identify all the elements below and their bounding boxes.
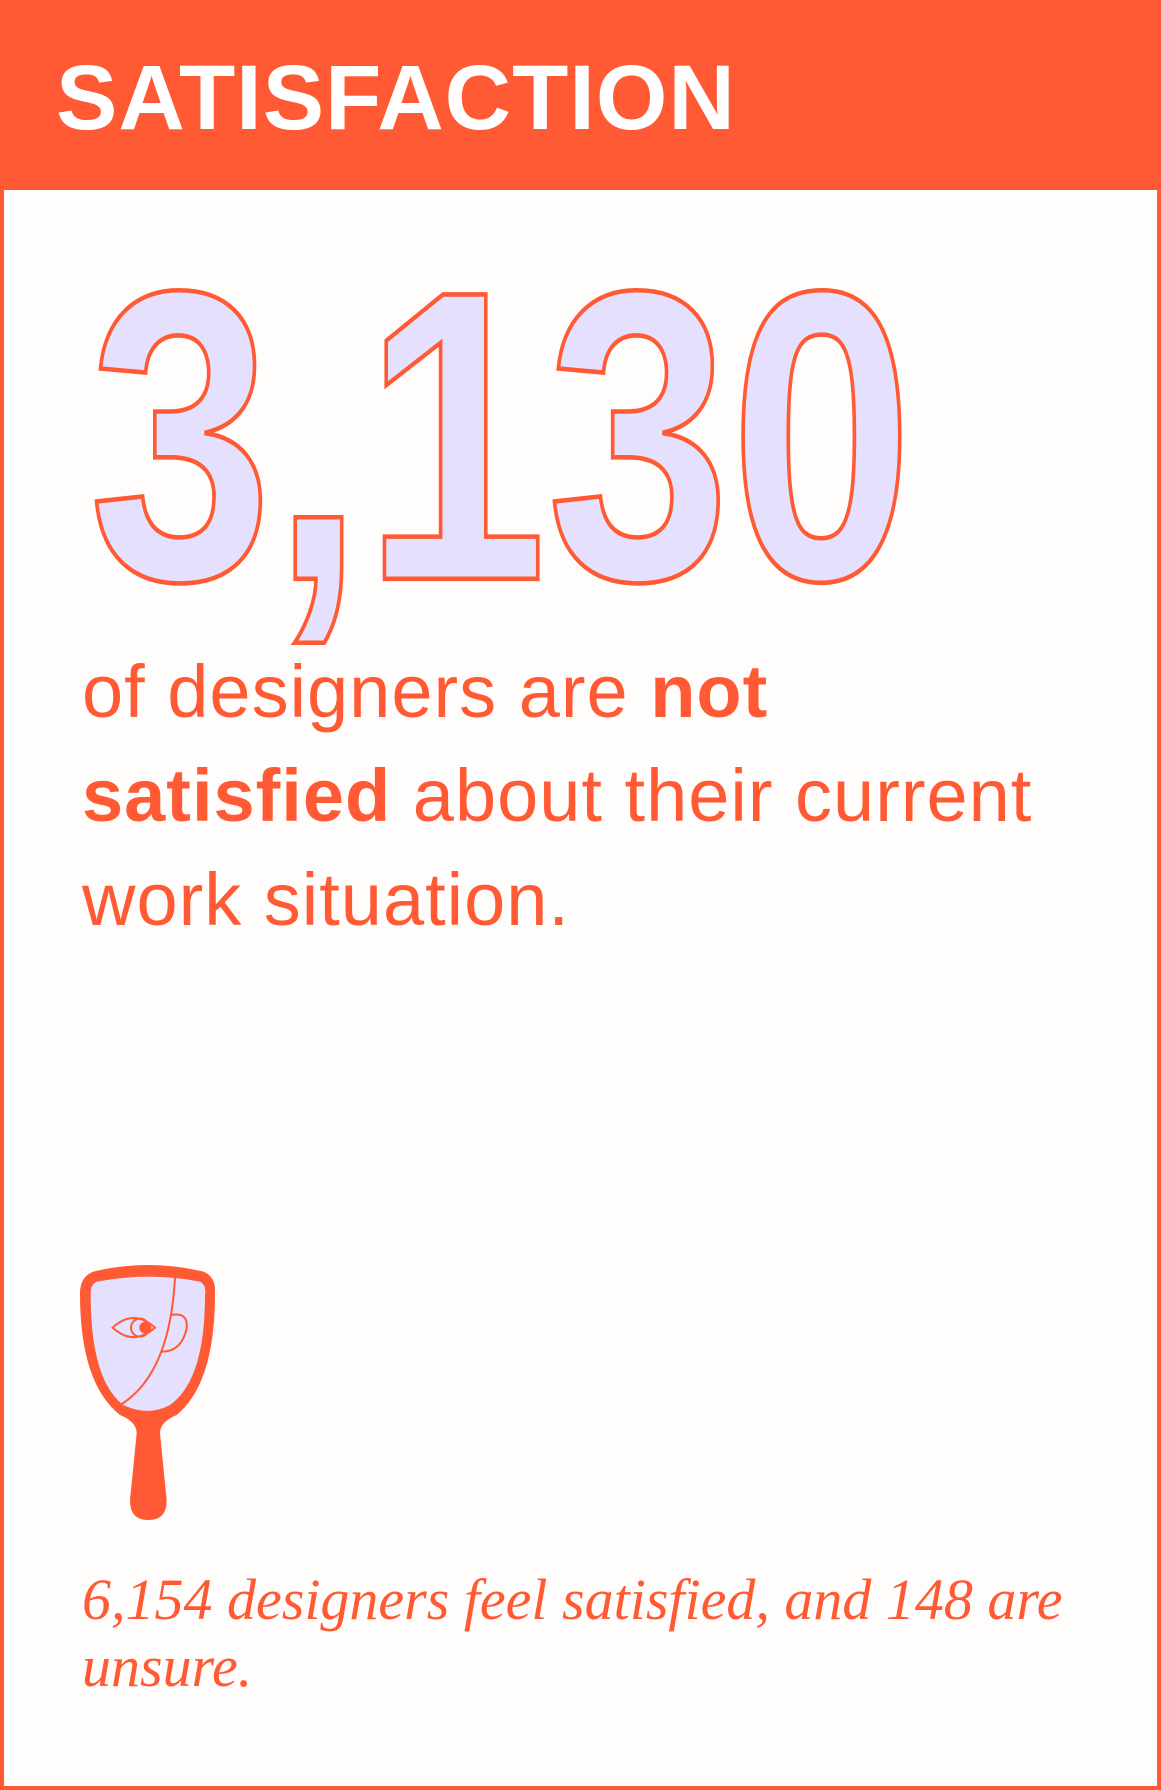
stat-statement: of designers are not satisfied about the…: [82, 640, 1082, 952]
footnote: 6,154 designers feel satisfied, and 148 …: [82, 1567, 1063, 1699]
big-number-text: 3,130: [89, 205, 913, 667]
hand-mirror-icon: [80, 1265, 216, 1520]
stat-text-before: of designers are: [82, 650, 651, 733]
